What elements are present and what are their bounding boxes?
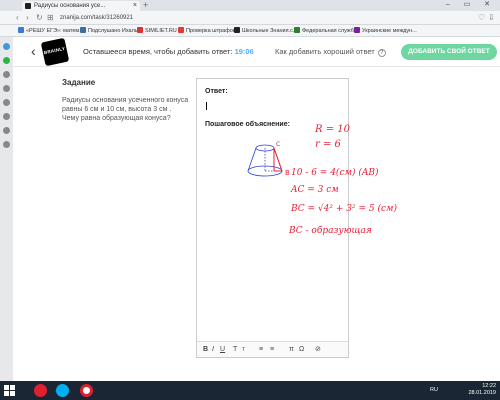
clock-time: 12:22 xyxy=(482,383,496,389)
label-c: C xyxy=(276,141,280,148)
history-icon[interactable] xyxy=(3,71,10,78)
editor-toolbar: B I U T T ≡ ≡ π Ω ⊘ xyxy=(197,341,348,357)
clock-date: 28.01.2019 xyxy=(468,390,496,396)
good-answer-label: Как добавить хороший ответ xyxy=(275,47,375,56)
hw-line-r-small: r = 6 xyxy=(315,139,342,150)
italic-button[interactable]: I xyxy=(212,342,214,358)
bookmarks-bar: «РЕШУ ЕГЭ»: матем... Подслушано Ихалы SI… xyxy=(0,25,500,37)
download-icon[interactable]: ⇩ xyxy=(488,12,495,24)
bookmark-item[interactable]: «РЕШУ ЕГЭ»: матем... xyxy=(18,25,84,36)
hw-line-ac: AC = 3 см xyxy=(290,185,339,195)
pi-symbol-button[interactable]: π xyxy=(289,342,294,358)
bookmark-icon xyxy=(137,27,143,33)
speed-dial-icon[interactable]: ⊞ xyxy=(47,12,54,24)
handwriting-lines: R = 10 r = 6 10 - 6 = 4(см) (AB) AC = 3 … xyxy=(288,124,397,236)
bookmark-item[interactable]: SIMILIET.RU xyxy=(137,25,177,36)
opera-window-taskbar-icon[interactable] xyxy=(80,384,93,397)
hw-line-diff: 10 - 6 = 4(см) (AB) xyxy=(291,167,379,178)
system-clock[interactable]: 12:22 28.01.2019 xyxy=(468,383,496,397)
answer-label: Ответ: xyxy=(205,88,228,95)
attachment-icon[interactable]: ⊘ xyxy=(315,342,321,358)
text-caret xyxy=(206,102,207,110)
messenger-icon[interactable] xyxy=(3,43,10,50)
hw-line-generatrix: BC - образующая xyxy=(288,225,372,236)
hw-line-r-big: R = 10 xyxy=(314,124,351,135)
tab-title: Радиусы основания усе... xyxy=(34,3,106,9)
extensions-icon[interactable] xyxy=(3,127,10,134)
task-title: Задание xyxy=(62,78,96,87)
label-b: B xyxy=(285,169,290,177)
windows-taskbar: RU 12:22 28.01.2019 xyxy=(0,381,500,400)
skype-taskbar-icon[interactable] xyxy=(56,384,69,397)
bookmark-item[interactable]: Подслушано Ихалы xyxy=(80,25,139,36)
back-chevron-icon[interactable]: ‹ xyxy=(31,43,36,59)
superscript-button[interactable]: T xyxy=(233,342,237,358)
brainly-header: ‹ BRAINLY Оставшееся время, чтобы добави… xyxy=(13,37,500,67)
url-field[interactable]: znanija.com/task/31260921 xyxy=(60,13,420,23)
browser-tab-bar: Радиусы основания усе... × + ‒ ▭ ✕ xyxy=(0,0,500,11)
bookmark-heart-icon[interactable]: ♡ xyxy=(478,12,485,24)
subscript-button[interactable]: T xyxy=(242,342,245,358)
bookmark-item[interactable]: Федеральная служб... xyxy=(294,25,358,36)
language-indicator[interactable]: RU xyxy=(430,387,438,393)
reload-icon[interactable]: ↻ xyxy=(36,12,43,24)
settings-icon[interactable] xyxy=(3,141,10,148)
bookmark-icon xyxy=(18,27,24,33)
windows-start-icon[interactable] xyxy=(4,385,15,396)
bookmark-icon xyxy=(80,27,86,33)
help-question-icon[interactable]: ? xyxy=(377,49,386,57)
hw-line-bc: BC = √4² + 3² = 5 (см) xyxy=(290,203,397,214)
back-arrow-icon[interactable]: ‹ xyxy=(16,12,19,24)
numbered-list-button[interactable]: ≡ xyxy=(270,342,274,358)
address-bar: ‹ › ↻ ⊞ znanija.com/task/31260921 ♡ ⇩ xyxy=(0,11,500,25)
browser-tab[interactable]: Радиусы основания усе... × xyxy=(22,1,140,11)
bookmark-item[interactable]: Школьные Знания.c... xyxy=(234,25,297,36)
handwritten-solution: C B R = 10 r = 6 10 - 6 = 4(см) (AB) AC … xyxy=(247,124,397,236)
new-tab-icon[interactable]: + xyxy=(143,0,148,11)
underline-button[interactable]: U xyxy=(220,342,225,358)
window-controls[interactable]: ‒ ▭ ✕ xyxy=(446,0,496,10)
bold-button[interactable]: B xyxy=(203,342,208,358)
bookmark-item[interactable]: Украинские междун... xyxy=(354,25,417,36)
close-tab-icon[interactable]: × xyxy=(133,1,137,11)
bookmarks-icon[interactable] xyxy=(3,85,10,92)
answer-editor[interactable]: Ответ: Пошаговое объяснение: C B R = 10 … xyxy=(196,78,397,358)
bookmark-icon xyxy=(234,27,240,33)
snapshot-icon[interactable] xyxy=(3,99,10,106)
news-icon[interactable] xyxy=(3,113,10,120)
bookmark-item[interactable]: Проверка штрафов... xyxy=(178,25,240,36)
opera-taskbar-icon[interactable] xyxy=(34,384,47,397)
bullet-list-button[interactable]: ≡ xyxy=(259,342,263,358)
opera-sidebar xyxy=(0,37,13,381)
timer-label: Оставшееся время, чтобы добавить ответ: xyxy=(83,47,233,56)
timer-value: 19:06 xyxy=(234,47,254,56)
brainly-favicon-icon xyxy=(25,3,31,9)
bookmark-icon xyxy=(294,27,300,33)
omega-symbol-button[interactable]: Ω xyxy=(299,342,304,358)
good-answer-help[interactable]: Как добавить хороший ответ? xyxy=(275,47,386,57)
add-answer-button[interactable]: ДОБАВИТЬ СВОЙ ОТВЕТ xyxy=(401,44,497,60)
brainly-logo[interactable]: BRAINLY xyxy=(40,37,70,67)
bookmark-icon xyxy=(178,27,184,33)
task-text: Радиусы основания усеченного конуса равн… xyxy=(62,97,189,122)
answer-timer: Оставшееся время, чтобы добавить ответ: … xyxy=(83,47,254,56)
forward-arrow-icon[interactable]: › xyxy=(26,12,29,24)
whatsapp-icon[interactable] xyxy=(3,57,10,64)
bookmark-icon xyxy=(354,27,360,33)
